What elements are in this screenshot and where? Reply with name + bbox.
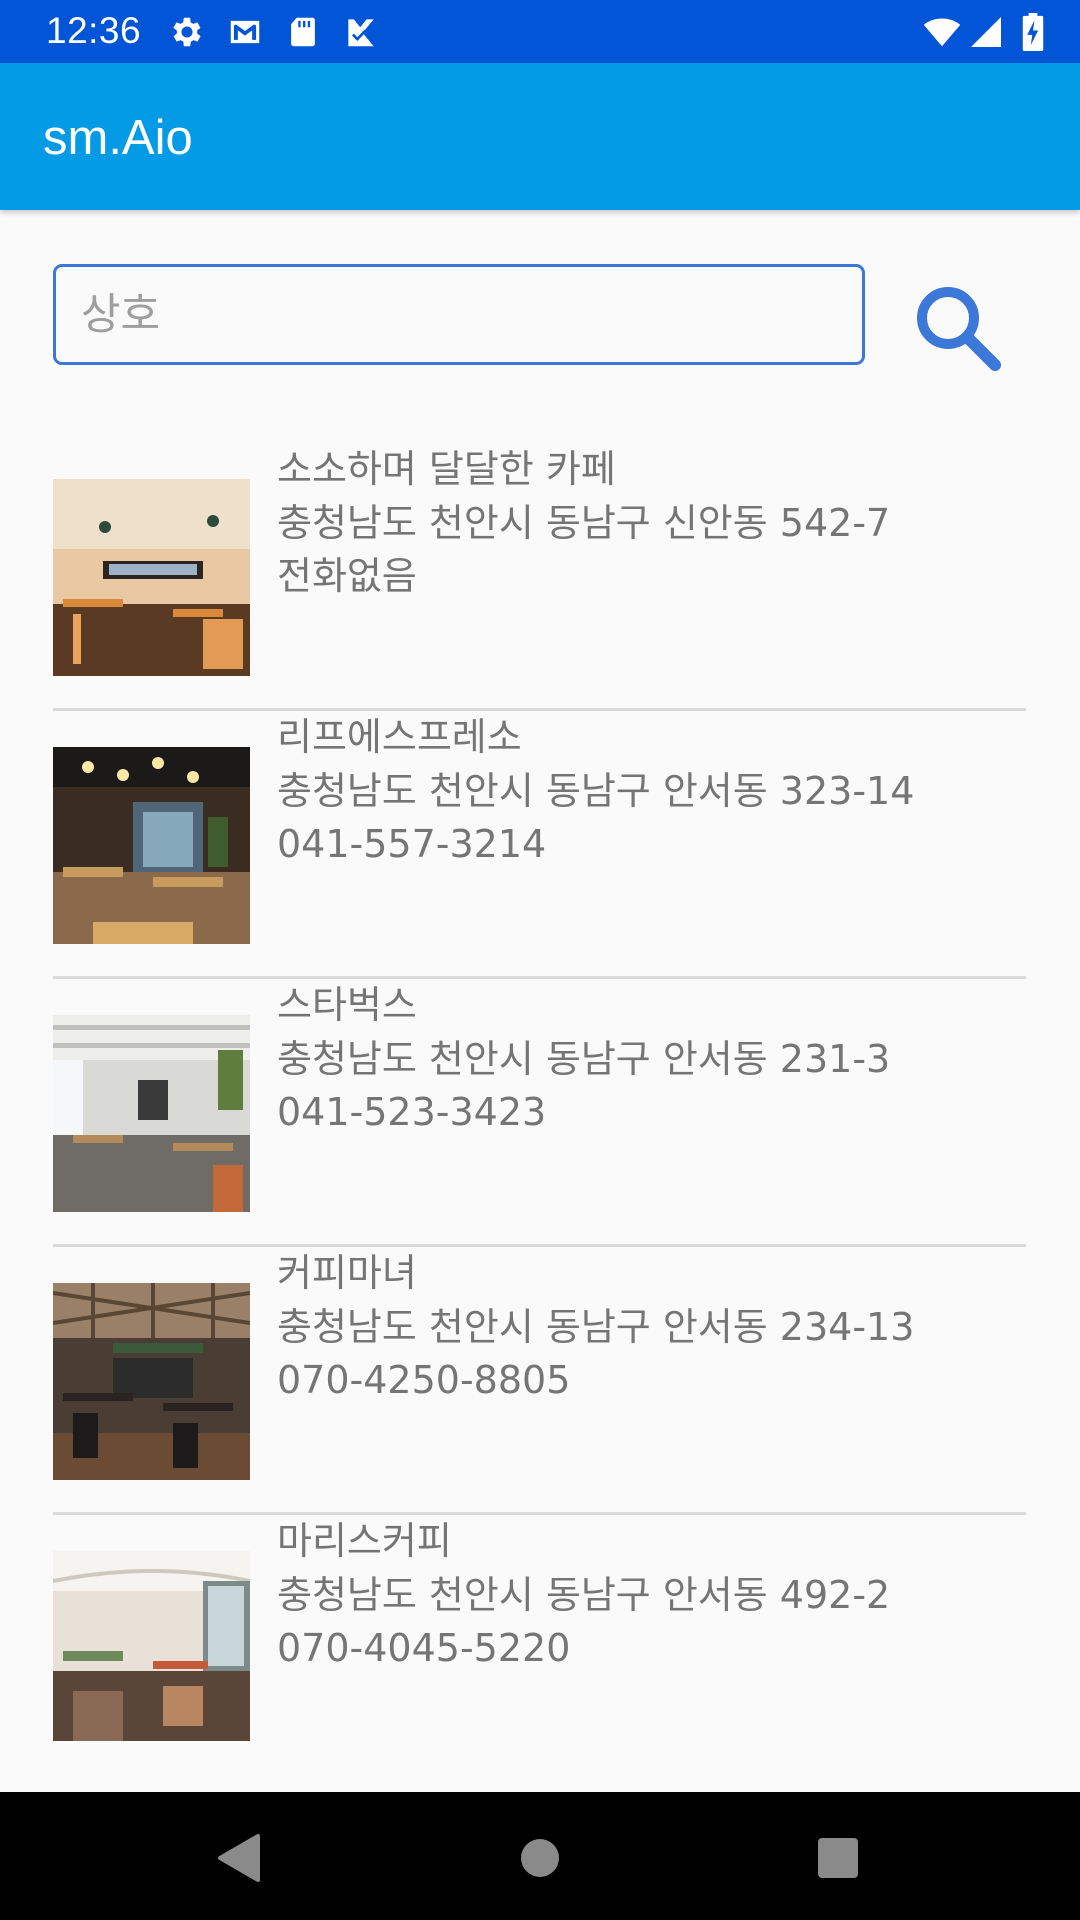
- store-name: 스타벅스: [277, 983, 417, 1027]
- navigation-bar: [0, 1792, 1080, 1920]
- store-list-item[interactable]: 스타벅스 충청남도 천안시 동남구 안서동 231-3 041-523-3423: [53, 979, 1026, 1247]
- store-address: 충청남도 천안시 동남구 신안동 542-7: [277, 500, 891, 545]
- store-info: 마리스커피 충청남도 천안시 동남구 안서동 492-2 070-4045-52…: [277, 1515, 1022, 1676]
- store-name: 커피마녀: [277, 1251, 417, 1295]
- store-name: 리프에스프레소: [277, 715, 522, 759]
- store-photo: [53, 1551, 250, 1741]
- store-info: 리프에스프레소 충청남도 천안시 동남구 안서동 323-14 041-557-…: [277, 711, 1022, 872]
- search-input[interactable]: [53, 264, 865, 365]
- store-phone: 041-523-3423: [277, 1090, 547, 1134]
- task-icon: [342, 13, 380, 51]
- store-photo: [53, 1015, 250, 1212]
- search-button[interactable]: [910, 280, 1010, 380]
- store-phone: 070-4250-8805: [277, 1358, 571, 1402]
- wifi-icon: [920, 13, 964, 51]
- store-info: 소소하며 달달한 카페 충청남도 천안시 동남구 신안동 542-7 전화없음: [277, 443, 1022, 604]
- settings-icon: [168, 13, 206, 51]
- battery-charging-icon: [1018, 13, 1048, 51]
- gmail-icon: [226, 13, 264, 51]
- recents-button[interactable]: [808, 1828, 868, 1888]
- store-photo: [53, 1283, 250, 1480]
- store-address: 충청남도 천안시 동남구 안서동 231-3: [277, 1036, 891, 1081]
- app-bar: sm.Aio: [0, 63, 1080, 210]
- back-icon: [218, 1834, 260, 1882]
- recents-icon: [818, 1838, 858, 1878]
- store-list-item[interactable]: 소소하며 달달한 카페 충청남도 천안시 동남구 신안동 542-7 전화없음: [53, 443, 1026, 711]
- home-icon: [521, 1839, 559, 1877]
- cell-signal-icon: [968, 13, 1004, 51]
- store-address: 충청남도 천안시 동남구 안서동 492-2: [277, 1572, 891, 1617]
- store-list-item[interactable]: 마리스커피 충청남도 천안시 동남구 안서동 492-2 070-4045-52…: [53, 1515, 1026, 1745]
- sd-card-icon: [284, 13, 322, 51]
- status-bar: 12:36: [0, 0, 1080, 63]
- search-icon: [917, 287, 1001, 371]
- store-photo: [53, 479, 250, 676]
- back-button[interactable]: [210, 1828, 270, 1888]
- store-address: 충청남도 천안시 동남구 안서동 234-13: [277, 1304, 915, 1349]
- store-photo: [53, 747, 250, 944]
- store-phone: 전화없음: [277, 554, 417, 598]
- store-name: 소소하며 달달한 카페: [277, 447, 616, 491]
- store-address: 충청남도 천안시 동남구 안서동 323-14: [277, 768, 915, 813]
- store-list-item[interactable]: 리프에스프레소 충청남도 천안시 동남구 안서동 323-14 041-557-…: [53, 711, 1026, 979]
- home-button[interactable]: [510, 1828, 570, 1888]
- store-phone: 070-4045-5220: [277, 1626, 571, 1670]
- store-name: 마리스커피: [277, 1519, 452, 1563]
- app-title: sm.Aio: [43, 111, 193, 165]
- store-phone: 041-557-3214: [277, 822, 547, 866]
- store-info: 스타벅스 충청남도 천안시 동남구 안서동 231-3 041-523-3423: [277, 979, 1022, 1140]
- store-info: 커피마녀 충청남도 천안시 동남구 안서동 234-13 070-4250-88…: [277, 1247, 1022, 1408]
- store-list-item[interactable]: 커피마녀 충청남도 천안시 동남구 안서동 234-13 070-4250-88…: [53, 1247, 1026, 1515]
- status-time: 12:36: [46, 10, 142, 51]
